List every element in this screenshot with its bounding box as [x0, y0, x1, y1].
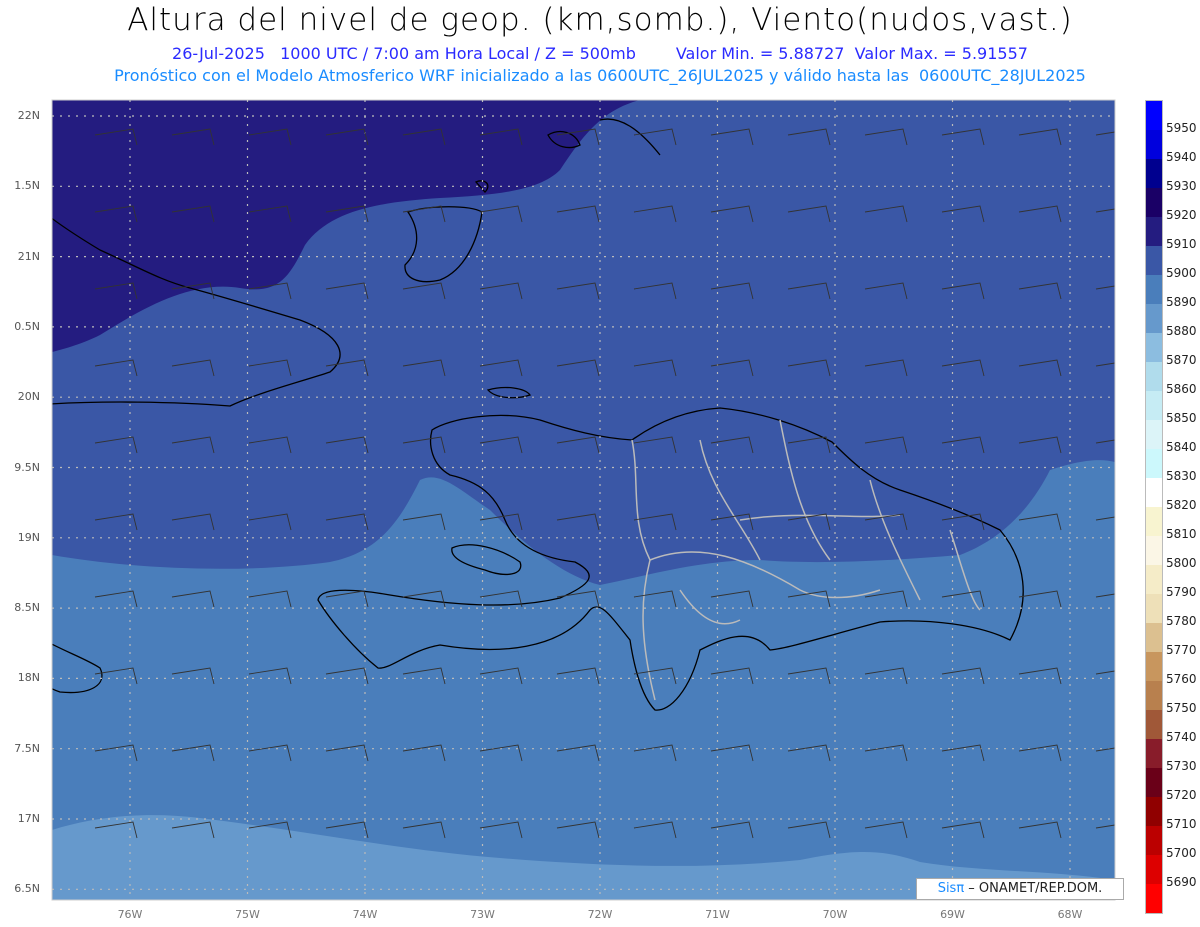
- credit-text: – ONAMET/REP.DOM.: [964, 881, 1103, 896]
- lon-label: 71W: [705, 908, 730, 921]
- colorbar-label: 5730: [1166, 759, 1197, 773]
- lat-label: 18N: [17, 671, 40, 685]
- colorbar-swatch: [1146, 797, 1162, 826]
- colorbar-label: 5800: [1166, 556, 1197, 570]
- colorbar-swatch: [1146, 652, 1162, 681]
- colorbar-label: 5870: [1166, 353, 1197, 367]
- colorbar-swatch: [1146, 159, 1162, 188]
- colorbar-swatch: [1146, 362, 1162, 391]
- colorbar-label: 5700: [1166, 846, 1197, 860]
- colorbar-label: 5860: [1166, 382, 1197, 396]
- lat-label: 8.5N: [14, 601, 40, 615]
- lat-label: 22N: [17, 109, 40, 122]
- colorbar-label: 5780: [1166, 614, 1197, 628]
- colorbar-label: 5930: [1166, 179, 1197, 193]
- colorbar-swatch: [1146, 333, 1162, 362]
- colorbar-label: 5720: [1166, 788, 1197, 802]
- lat-label: 19N: [17, 530, 40, 544]
- colorbar-label: 5940: [1166, 150, 1197, 164]
- colorbar-label: 5690: [1166, 875, 1197, 889]
- colorbar-swatch: [1146, 391, 1162, 420]
- lon-label: 72W: [587, 908, 613, 921]
- colorbar-label: 5890: [1166, 295, 1197, 309]
- colorbar-label: 5760: [1166, 672, 1197, 686]
- colorbar-swatch: [1146, 855, 1162, 884]
- map-plot: [51, 99, 1116, 901]
- lon-label: 76W: [117, 908, 143, 921]
- lat-label: 21N: [17, 249, 40, 263]
- lon-label: 75W: [235, 908, 260, 921]
- colorbar-swatch: [1146, 536, 1162, 565]
- colorbar-label: 5820: [1166, 498, 1197, 512]
- colorbar-label: 5750: [1166, 701, 1197, 715]
- credit-box: Sisπ – ONAMET/REP.DOM.: [916, 878, 1124, 900]
- colorbar-swatch: [1146, 710, 1162, 739]
- colorbar-label: 5710: [1166, 817, 1197, 831]
- lat-label: 0.5N: [14, 319, 40, 333]
- colorbar-label: 5840: [1166, 440, 1197, 454]
- colorbar-swatch: [1146, 449, 1162, 478]
- colorbar-swatch: [1146, 507, 1162, 536]
- lat-label: 7.5N: [14, 741, 40, 755]
- lat-label: 17N: [17, 812, 40, 825]
- lon-label: 73W: [470, 908, 495, 921]
- colorbar-swatch: [1146, 826, 1162, 855]
- lat-label: 9.5N: [14, 460, 40, 474]
- lon-label: 70W: [822, 908, 848, 921]
- colorbar-swatch: [1146, 304, 1162, 333]
- colorbar-label: 5880: [1166, 324, 1197, 338]
- lat-label: 20N: [17, 390, 40, 404]
- colorbar-label: 5920: [1166, 208, 1197, 222]
- lat-label: 1.5N: [14, 179, 40, 193]
- colorbar-swatch: [1146, 246, 1162, 275]
- lon-label: 69W: [940, 908, 965, 921]
- colorbar-swatch: [1146, 884, 1162, 913]
- colorbar-swatch: [1146, 681, 1162, 710]
- colorbar-swatch: [1146, 565, 1162, 594]
- colorbar: [1145, 100, 1163, 914]
- lon-label: 68W: [1057, 908, 1083, 921]
- colorbar-swatch: [1146, 275, 1162, 304]
- sispi-logo: Sisπ: [937, 881, 965, 896]
- colorbar-label: 5770: [1166, 643, 1197, 657]
- colorbar-label: 5810: [1166, 527, 1197, 541]
- colorbar-label: 5900: [1166, 266, 1197, 280]
- colorbar-label: 5740: [1166, 730, 1197, 744]
- lat-label: 6.5N: [14, 882, 40, 896]
- colorbar-swatch: [1146, 739, 1162, 768]
- colorbar-label: 5910: [1166, 237, 1197, 251]
- colorbar-label: 5850: [1166, 411, 1197, 425]
- colorbar-swatch: [1146, 623, 1162, 652]
- colorbar-swatch: [1146, 594, 1162, 623]
- colorbar-swatch: [1146, 478, 1162, 507]
- colorbar-swatch: [1146, 130, 1162, 159]
- lon-label: 74W: [352, 908, 378, 921]
- colorbar-swatch: [1146, 188, 1162, 217]
- colorbar-label: 5830: [1166, 469, 1197, 483]
- colorbar-swatch: [1146, 101, 1162, 130]
- colorbar-swatch: [1146, 217, 1162, 246]
- colorbar-label: 5950: [1166, 121, 1197, 135]
- colorbar-swatch: [1146, 768, 1162, 797]
- colorbar-label: 5790: [1166, 585, 1197, 599]
- colorbar-swatch: [1146, 420, 1162, 449]
